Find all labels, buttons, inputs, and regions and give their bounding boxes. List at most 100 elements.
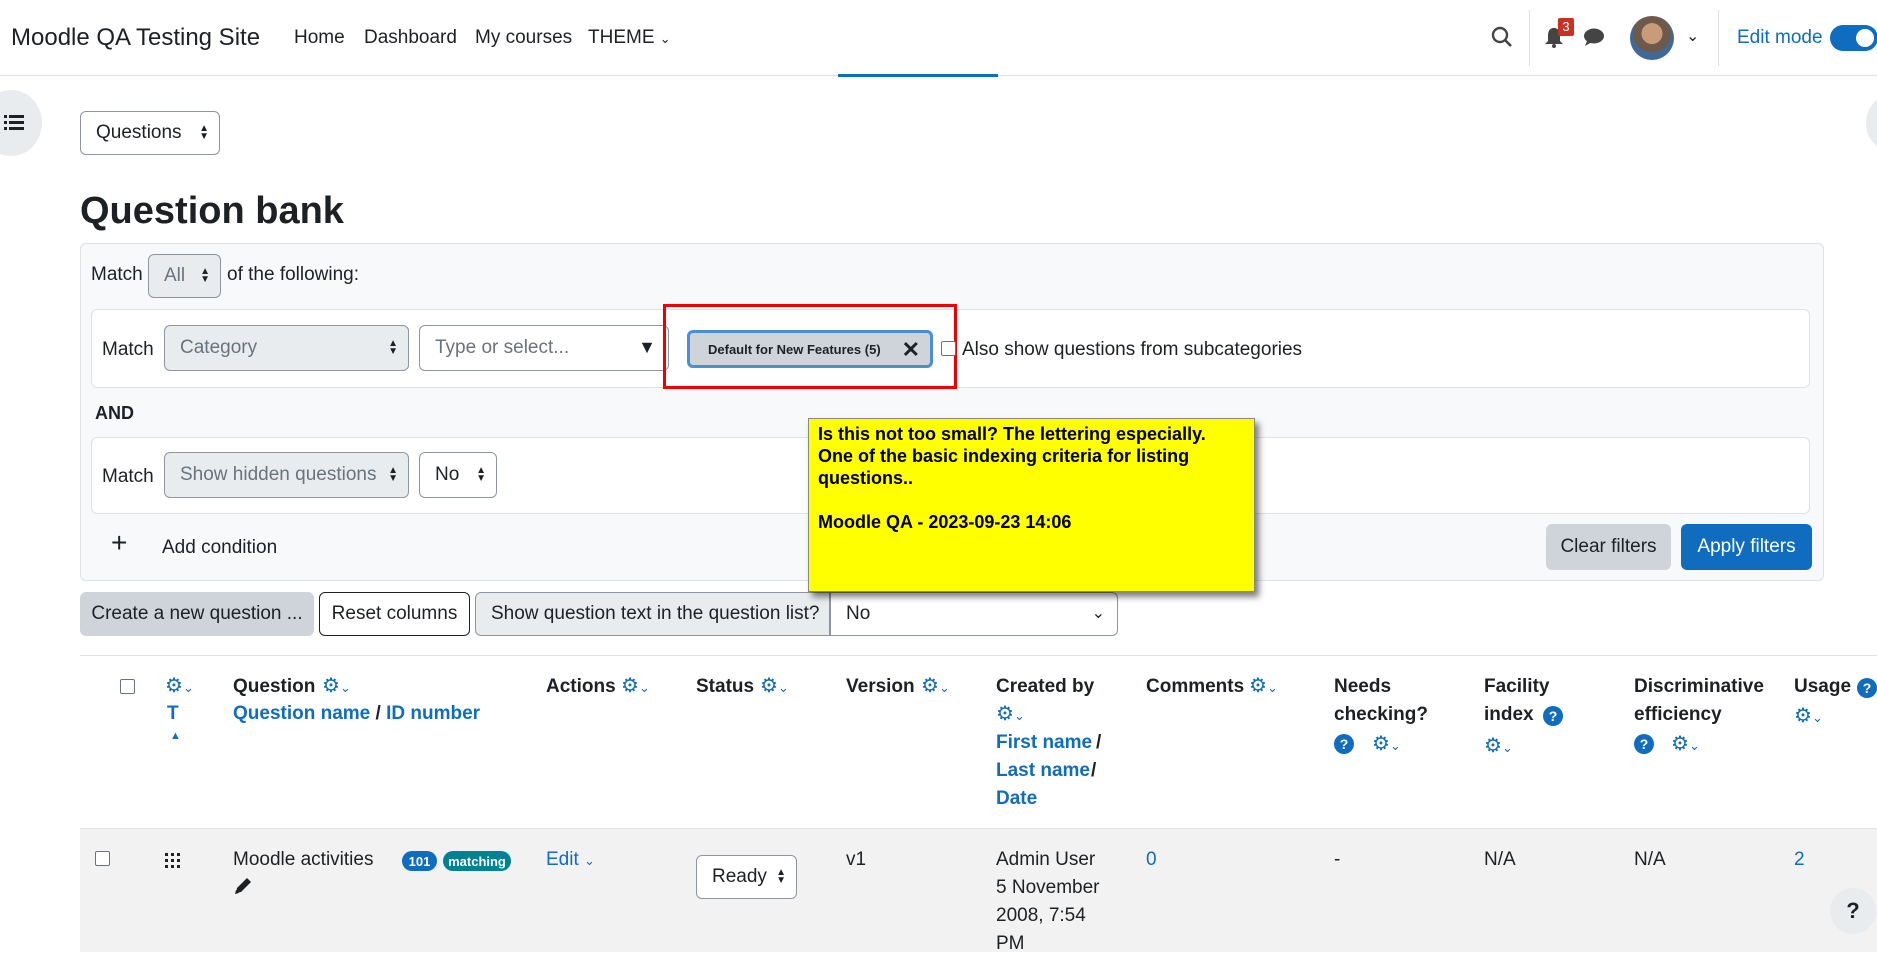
add-condition-button[interactable]: Add condition <box>162 537 277 559</box>
match-all-value: All <box>164 265 186 286</box>
updown-icon: ▲ ▼ <box>200 266 210 285</box>
block-drawer-toggle[interactable] <box>1866 95 1877 151</box>
gear-icon[interactable]: ⚙⌄ <box>621 673 650 698</box>
question-type-badge: matching <box>443 851 511 871</box>
help-icon[interactable]: ? <box>1334 734 1354 754</box>
sort-date-link[interactable]: Date <box>996 788 1037 810</box>
divider <box>1718 10 1719 66</box>
hidden-value-select[interactable]: No ▲ ▼ <box>419 452 497 498</box>
gear-icon[interactable]: ⚙⌄ <box>322 673 351 698</box>
site-name[interactable]: Moodle QA Testing Site <box>11 24 260 52</box>
help-icon[interactable]: ? <box>1543 706 1563 726</box>
chat-icon[interactable] <box>1583 27 1605 47</box>
updown-icon: ▲ ▼ <box>476 465 486 484</box>
edit-mode-toggle[interactable] <box>1830 25 1877 51</box>
sticky-note-line: One of the basic indexing criteria for l… <box>818 446 1190 466</box>
avatar[interactable] <box>1630 16 1674 60</box>
sticky-note-signature: Moodle QA - 2023-09-23 14:06 <box>818 512 1072 532</box>
gear-icon[interactable]: ⚙⌄ <box>760 673 789 698</box>
question-name[interactable]: Moodle activities <box>233 849 373 871</box>
of-following-label: of the following: <box>227 264 360 285</box>
condition-type-value: Show hidden questions <box>180 464 377 485</box>
sort-last-name-link[interactable]: Last name <box>996 760 1090 782</box>
page-select[interactable]: Questions ▲ ▼ <box>80 111 220 155</box>
clear-filters-button[interactable]: Clear filters <box>1546 524 1671 570</box>
col-facility-header: Facility <box>1484 676 1550 697</box>
sticky-note: Is this not too small? The lettering esp… <box>808 418 1255 592</box>
edit-menu-label: Edit <box>546 849 579 870</box>
nav-dashboard[interactable]: Dashboard <box>364 27 457 49</box>
divider <box>1529 10 1530 66</box>
sort-question-name-link[interactable]: Question name <box>233 703 370 724</box>
slash-separator: / <box>1091 760 1097 781</box>
pencil-icon[interactable] <box>233 876 253 896</box>
question-sort-links: Question name / ID number <box>233 703 480 725</box>
nav-home[interactable]: Home <box>294 27 345 49</box>
discrim-value: N/A <box>1634 849 1666 870</box>
sort-id-number-link[interactable]: ID number <box>386 703 480 724</box>
list-icon <box>4 115 24 130</box>
gear-icon[interactable]: ⚙⌄ <box>1249 673 1278 698</box>
plus-icon[interactable]: + <box>111 529 127 557</box>
sticky-note-line: questions.. <box>818 468 914 488</box>
search-icon[interactable] <box>1491 26 1513 48</box>
condition-type-value: Category <box>180 337 258 358</box>
nav-my-courses[interactable]: My courses <box>475 27 572 49</box>
comments-count-link[interactable]: 0 <box>1146 849 1157 871</box>
help-icon[interactable]: ? <box>1857 678 1877 698</box>
gear-icon[interactable]: ⚙⌄ <box>1484 733 1513 758</box>
row-checkbox[interactable] <box>95 851 110 866</box>
show-text-select[interactable]: No ⌄ <box>830 592 1118 636</box>
condition-type-select[interactable]: Category ▲ ▼ <box>164 325 409 371</box>
gear-icon[interactable]: ⚙⌄ <box>921 673 950 698</box>
status-select[interactable]: Ready ▲ ▼ <box>696 855 797 899</box>
table-top-border <box>80 655 1877 656</box>
slash-separator: / <box>375 703 381 724</box>
create-question-button[interactable]: Create a new question ... <box>80 592 314 636</box>
show-text-label-text: Show question text in the question list? <box>491 603 820 624</box>
help-icon[interactable]: ? <box>1634 734 1654 754</box>
updown-icon: ▲ ▼ <box>199 123 209 142</box>
gear-icon[interactable]: ⚙⌄ <box>165 673 194 698</box>
subcategories-checkbox[interactable] <box>941 341 956 356</box>
hidden-value: No <box>435 464 460 485</box>
table-row <box>80 828 1877 952</box>
version-value: v1 <box>846 849 867 870</box>
gear-icon[interactable]: ⚙⌄ <box>1671 731 1700 756</box>
sort-type-link[interactable]: T <box>167 703 179 725</box>
status-value: Ready <box>712 866 767 887</box>
sticky-note-line: Is this not too small? The lettering esp… <box>818 424 1206 444</box>
gear-icon[interactable]: ⚙⌄ <box>1794 703 1823 728</box>
col-facility-header-2: index <box>1484 704 1534 725</box>
drag-icon[interactable] <box>165 852 185 870</box>
updown-icon: ▲ ▼ <box>388 465 398 484</box>
chevron-down-icon[interactable]: ⌄ <box>1686 26 1699 46</box>
usage-count-link[interactable]: 2 <box>1794 849 1805 871</box>
match-all-select[interactable]: All ▲ ▼ <box>148 254 221 298</box>
select-all-checkbox[interactable] <box>120 679 135 694</box>
chevron-down-icon: ⌄ <box>659 31 671 46</box>
page-help-button[interactable]: ? <box>1830 888 1876 934</box>
chevron-down-icon: ⌄ <box>1091 605 1105 622</box>
sort-first-name-link[interactable]: First name <box>996 732 1092 754</box>
gear-icon[interactable]: ⚙⌄ <box>1372 731 1401 756</box>
col-usage-header: Usage <box>1794 676 1852 697</box>
col-comments-header: Comments <box>1146 676 1245 697</box>
category-search-input[interactable]: Type or select... ▼ <box>419 325 669 371</box>
col-status-header: Status <box>696 676 755 697</box>
subcategories-label: Also show questions from subcategories <box>962 339 1303 360</box>
nav-theme[interactable]: THEME ⌄ <box>588 27 671 49</box>
annotation-highlight-box <box>663 304 957 389</box>
apply-filters-button[interactable]: Apply filters <box>1681 524 1812 570</box>
edit-menu[interactable]: Edit ⌄ <box>546 849 595 871</box>
col-version-header: Version <box>846 676 915 697</box>
caret-down-icon: ▼ <box>638 337 656 357</box>
col-question-header: Question <box>233 676 316 697</box>
show-text-label: Show question text in the question list? <box>475 592 830 636</box>
condition-type-select[interactable]: Show hidden questions ▲ ▼ <box>164 452 409 498</box>
reset-columns-button[interactable]: Reset columns <box>319 592 470 636</box>
gear-icon[interactable]: ⚙⌄ <box>996 701 1025 726</box>
updown-icon: ▲ ▼ <box>388 338 398 357</box>
col-discrim-header: Discriminative <box>1634 676 1764 697</box>
course-index-toggle[interactable] <box>0 90 42 156</box>
